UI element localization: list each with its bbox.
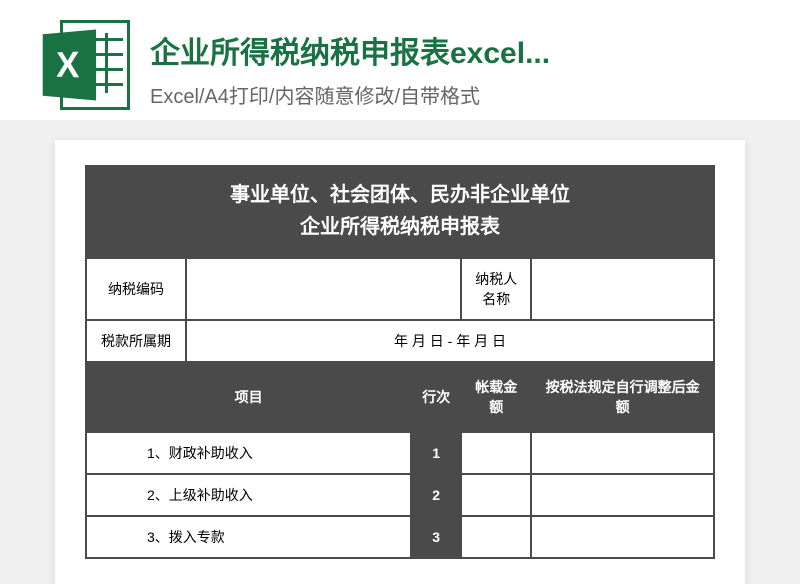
- header-section: X 企业所得税纳税申报表excel... Excel/A4打印/内容随意修改/自…: [0, 0, 800, 120]
- item-amount: [461, 474, 531, 516]
- item-text: 1、财政补助收入: [86, 432, 411, 474]
- tax-code-label: 纳税编码: [86, 258, 186, 320]
- col-rownum: 行次: [411, 362, 461, 432]
- data-row: 1、财政补助收入 1: [86, 432, 714, 474]
- title-area: 企业所得税纳税申报表excel... Excel/A4打印/内容随意修改/自带格…: [150, 20, 770, 109]
- excel-icon: X: [40, 20, 130, 110]
- taxpayer-name-value: [531, 258, 714, 320]
- col-amount: 帐载金额: [461, 362, 531, 432]
- item-adjusted: [531, 516, 714, 558]
- item-adjusted: [531, 474, 714, 516]
- item-num: 3: [411, 516, 461, 558]
- column-header-row: 项目 行次 帐载金额 按税法规定自行调整后金额: [86, 362, 714, 432]
- tax-period-label: 税款所属期: [86, 320, 186, 362]
- info-row-2: 税款所属期 年 月 日 - 年 月 日: [86, 320, 714, 362]
- subtitle: Excel/A4打印/内容随意修改/自带格式: [150, 80, 770, 109]
- info-row-1: 纳税编码 纳税人名称: [86, 258, 714, 320]
- doc-table: 纳税编码 纳税人名称 税款所属期 年 月 日 - 年 月 日 项目 行次 帐载金…: [85, 257, 715, 559]
- item-amount: [461, 516, 531, 558]
- main-title: 企业所得税纳税申报表excel...: [150, 28, 770, 72]
- doc-title-line1: 事业单位、社会团体、民办非企业单位: [85, 179, 715, 211]
- item-amount: [461, 432, 531, 474]
- item-text: 3、拨入专款: [86, 516, 411, 558]
- taxpayer-name-label: 纳税人名称: [461, 258, 531, 320]
- doc-header: 事业单位、社会团体、民办非企业单位 企业所得税纳税申报表: [85, 165, 715, 257]
- item-num: 2: [411, 474, 461, 516]
- col-adjusted: 按税法规定自行调整后金额: [531, 362, 714, 432]
- col-item: 项目: [86, 362, 411, 432]
- data-row: 3、拨入专款 3: [86, 516, 714, 558]
- item-num: 1: [411, 432, 461, 474]
- item-text: 2、上级补助收入: [86, 474, 411, 516]
- item-adjusted: [531, 432, 714, 474]
- document-preview: 事业单位、社会团体、民办非企业单位 企业所得税纳税申报表 纳税编码 纳税人名称 …: [55, 140, 745, 584]
- tax-code-value: [186, 258, 461, 320]
- doc-title-line2: 企业所得税纳税申报表: [85, 211, 715, 243]
- data-row: 2、上级补助收入 2: [86, 474, 714, 516]
- tax-period-value: 年 月 日 - 年 月 日: [186, 320, 714, 362]
- excel-x-letter: X: [56, 43, 79, 86]
